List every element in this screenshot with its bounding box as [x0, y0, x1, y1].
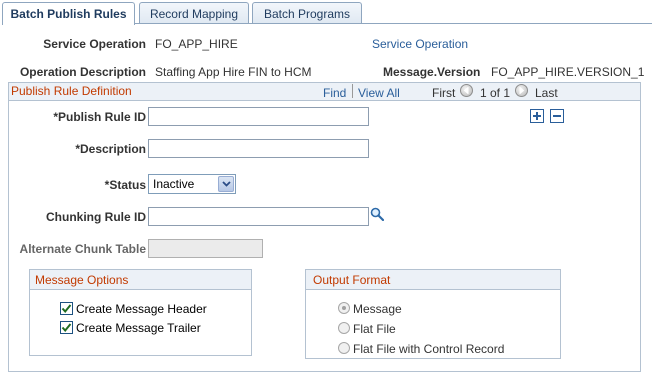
delete-row-button[interactable]: [550, 109, 564, 123]
last-label: Last: [535, 86, 558, 100]
create-message-trailer-label: Create Message Trailer: [76, 321, 201, 335]
operation-description-value: Staffing App Hire FIN to HCM: [155, 65, 312, 79]
alternate-chunk-table-label: Alternate Chunk Table: [19, 242, 146, 256]
output-format-flat-file-control-label: Flat File with Control Record: [353, 342, 505, 356]
previous-arrow-icon[interactable]: [460, 84, 473, 97]
chunking-rule-id-input[interactable]: [148, 207, 369, 226]
status-selected-value: Inactive: [153, 177, 195, 191]
description-label: *Description: [75, 142, 146, 156]
view-all-link[interactable]: View All: [358, 86, 400, 100]
service-operation-link[interactable]: Service Operation: [372, 37, 468, 51]
checkmark-icon: [61, 323, 72, 333]
row-position: 1 of 1: [480, 86, 511, 100]
tab-label: Record Mapping: [149, 6, 239, 21]
service-operation-value: FO_APP_HIRE: [155, 37, 238, 51]
output-format-message-label: Message: [353, 302, 402, 316]
find-link[interactable]: Find: [323, 86, 346, 100]
alternate-chunk-table-input: [148, 239, 263, 258]
radio-selected-dot: [342, 306, 346, 310]
output-format-flat-file-control-radio[interactable]: [338, 342, 350, 354]
tab-batch-publish-rules[interactable]: Batch Publish Rules: [2, 2, 135, 25]
minus-icon: [553, 115, 561, 117]
output-format-flat-file-label: Flat File: [353, 322, 396, 336]
create-message-trailer-checkbox[interactable]: [60, 321, 73, 334]
status-label: *Status: [104, 178, 146, 192]
service-operation-label: Service Operation: [43, 37, 146, 51]
tab-divider: [134, 23, 652, 24]
create-message-header-label: Create Message Header: [76, 302, 207, 316]
create-message-header-checkbox[interactable]: [60, 302, 73, 315]
tab-label: Batch Programs: [263, 6, 351, 21]
first-label: First: [432, 86, 456, 100]
chevron-down-icon: [218, 176, 234, 192]
output-format-message-radio[interactable]: [338, 302, 350, 314]
publish-rule-id-label: *Publish Rule ID: [53, 110, 146, 124]
message-options-title: Message Options: [35, 273, 129, 287]
nav-separator: [352, 84, 353, 98]
operation-description-label: Operation Description: [19, 65, 146, 79]
publish-rule-id-input[interactable]: [148, 107, 369, 126]
chunking-rule-id-label: Chunking Rule ID: [46, 210, 146, 224]
status-select[interactable]: Inactive: [148, 174, 236, 194]
publish-rule-definition-title: Publish Rule Definition: [11, 84, 132, 98]
next-arrow-icon[interactable]: [515, 84, 528, 97]
tab-label: Batch Publish Rules: [10, 7, 127, 21]
checkmark-icon: [61, 304, 72, 314]
message-version-value: FO_APP_HIRE.VERSION_1: [491, 65, 645, 79]
search-icon[interactable]: [370, 207, 384, 221]
add-row-button[interactable]: [530, 109, 544, 123]
tab-record-mapping[interactable]: Record Mapping: [139, 2, 249, 24]
output-format-flat-file-radio[interactable]: [338, 322, 350, 334]
output-format-title: Output Format: [313, 273, 391, 287]
message-version-label: Message.Version: [383, 65, 481, 79]
description-input[interactable]: [148, 139, 369, 158]
plus-icon: [533, 112, 541, 120]
tab-batch-programs[interactable]: Batch Programs: [252, 2, 362, 24]
